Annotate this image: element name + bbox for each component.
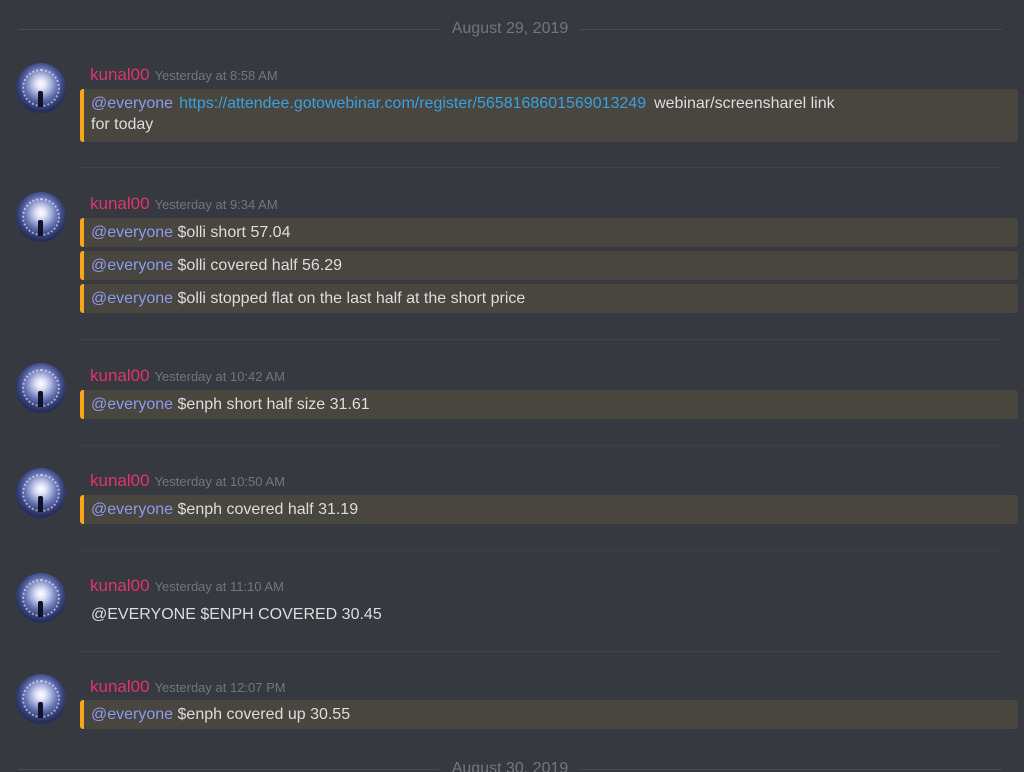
mention-everyone[interactable]: @everyone <box>91 95 173 112</box>
message-item[interactable]: @everyone $olli stopped flat on the last… <box>80 284 1018 313</box>
message-text: $olli short 57.04 <box>177 224 291 241</box>
date-divider: August 29, 2019 <box>18 19 1002 39</box>
timestamp: Yesterday at 9:34 AM <box>154 197 278 212</box>
message-text: $olli covered half 56.29 <box>177 257 343 274</box>
mention-everyone[interactable]: @everyone <box>91 501 173 518</box>
message-item[interactable]: @everyone $olli short 57.04 <box>80 218 1018 247</box>
group-separator <box>80 339 1002 340</box>
message-header: kunal00 Yesterday at 10:50 AM <box>90 471 285 492</box>
mention-everyone[interactable]: @everyone <box>91 396 173 413</box>
username[interactable]: kunal00 <box>90 576 150 595</box>
date-divider-label: August 29, 2019 <box>439 19 581 39</box>
message-header: kunal00 Yesterday at 9:34 AM <box>90 194 278 215</box>
timestamp: Yesterday at 8:58 AM <box>154 68 278 83</box>
timestamp: Yesterday at 11:10 AM <box>154 579 284 594</box>
chat-log: August 29, 2019 kunal00 Yesterday at 8:58… <box>0 0 1024 772</box>
avatar[interactable] <box>16 63 66 113</box>
mention-everyone[interactable]: @everyone <box>91 257 173 274</box>
timestamp: Yesterday at 10:50 AM <box>154 474 285 489</box>
group-separator <box>80 445 1002 446</box>
username[interactable]: kunal00 <box>90 194 150 213</box>
message-text: $enph covered up 30.55 <box>177 706 351 723</box>
message-text: @EVERYONE $ENPH COVERED 30.45 <box>91 606 382 623</box>
date-divider-label: August 30, 2019 <box>439 759 581 772</box>
username[interactable]: kunal00 <box>90 65 150 84</box>
mention-everyone[interactable]: @everyone <box>91 224 173 241</box>
message-item[interactable]: @everyone $olli covered half 56.29 <box>80 251 1018 280</box>
message-text: webinar/screensharel link <box>654 95 835 112</box>
username[interactable]: kunal00 <box>90 677 150 696</box>
message-text-continued: for today <box>91 116 154 133</box>
date-divider: August 30, 2019 <box>18 759 1002 772</box>
message-item[interactable]: @everyone $enph short half size 31.61 <box>80 390 1018 419</box>
message-item[interactable]: @EVERYONE $ENPH COVERED 30.45 <box>80 600 1018 629</box>
group-separator <box>80 651 1002 652</box>
timestamp: Yesterday at 12:07 PM <box>154 680 286 695</box>
group-separator <box>80 550 1002 551</box>
avatar[interactable] <box>16 363 66 413</box>
message-header: kunal00 Yesterday at 11:10 AM <box>90 576 284 597</box>
avatar[interactable] <box>16 192 66 242</box>
group-separator <box>80 167 1002 168</box>
message-text: $enph covered half 31.19 <box>177 501 359 518</box>
message-item[interactable]: @everyone $enph covered up 30.55 <box>80 700 1018 729</box>
message-header: kunal00 Yesterday at 8:58 AM <box>90 65 278 86</box>
mention-everyone[interactable]: @everyone <box>91 706 173 723</box>
avatar[interactable] <box>16 674 66 724</box>
username[interactable]: kunal00 <box>90 471 150 490</box>
avatar[interactable] <box>16 573 66 623</box>
message-link[interactable]: https://attendee.gotowebinar.com/registe… <box>179 95 646 112</box>
message-text: $olli stopped flat on the last half at t… <box>177 290 526 307</box>
message-item[interactable]: @everyone https://attendee.gotowebinar.co… <box>80 89 1018 142</box>
username[interactable]: kunal00 <box>90 366 150 385</box>
message-header: kunal00 Yesterday at 10:42 AM <box>90 366 285 387</box>
timestamp: Yesterday at 10:42 AM <box>154 369 285 384</box>
message-item[interactable]: @everyone $enph covered half 31.19 <box>80 495 1018 524</box>
mention-everyone[interactable]: @everyone <box>91 290 173 307</box>
message-header: kunal00 Yesterday at 12:07 PM <box>90 677 286 698</box>
message-text: $enph short half size 31.61 <box>177 396 370 413</box>
avatar[interactable] <box>16 468 66 518</box>
